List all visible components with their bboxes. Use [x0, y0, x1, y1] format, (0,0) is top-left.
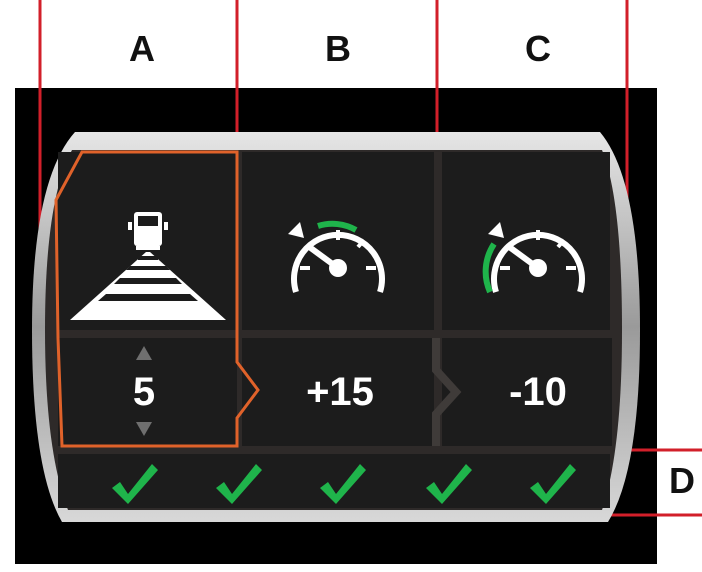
value-c: -10	[509, 370, 567, 414]
value-a: 5	[132, 370, 156, 414]
check-icon	[216, 464, 262, 504]
cell-b-top	[242, 152, 434, 330]
check-icon	[112, 464, 158, 504]
check-icon	[320, 464, 366, 504]
value-b: +15	[306, 370, 374, 414]
cell-c-top	[442, 152, 610, 330]
check-icon	[426, 464, 472, 504]
check-icon	[530, 464, 576, 504]
